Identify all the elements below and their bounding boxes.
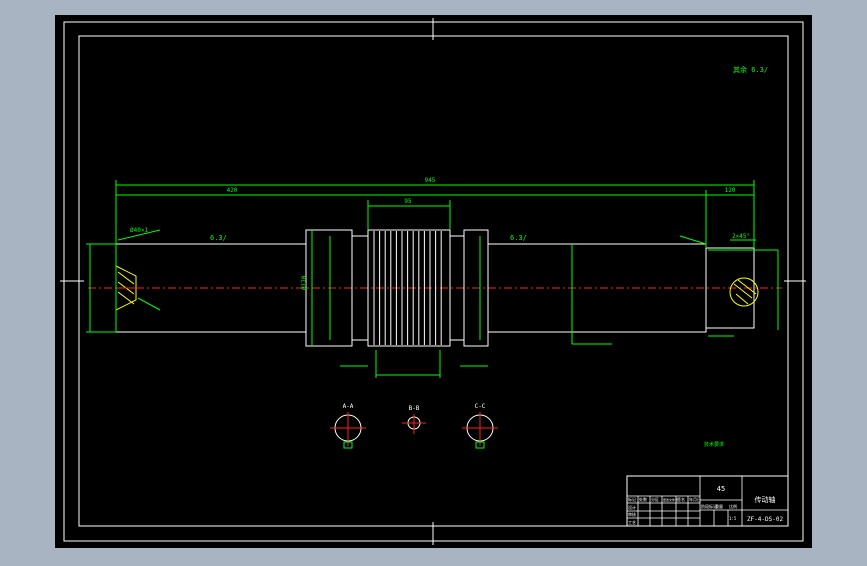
dim-chamfer-right: 2×45°	[732, 233, 750, 240]
dim-overall: 945	[425, 177, 436, 184]
dim-left: 420	[227, 187, 238, 194]
dim-drum-dia: Ø170	[301, 275, 308, 290]
drawing-sheet	[55, 15, 812, 548]
dim-chamfer-left: Ø40×1	[130, 227, 148, 234]
role-cell-2: 工艺	[628, 520, 636, 525]
role-cell-1: 审核	[628, 511, 636, 517]
cad-viewport: 945 420 120 95 Ø40×1 2×45° Ø170 其余 6.3/ …	[0, 0, 867, 562]
section-c-label: C-C	[475, 403, 486, 410]
stage-cell-1: 重量	[715, 503, 723, 509]
header-cell-4: 签名	[677, 496, 685, 502]
header-cell-5: 年月日	[689, 496, 701, 502]
header-cell-0: 标记	[628, 496, 636, 502]
material: 45	[717, 485, 725, 493]
roughness-global: 其余 6.3/	[733, 65, 768, 74]
role-cell-0: 设计	[628, 504, 636, 510]
section-b-label: B-B	[409, 405, 420, 412]
header-cell-2: 分区	[651, 496, 659, 502]
dim-groove: 95	[404, 198, 412, 205]
scale-value: 1:5	[729, 516, 737, 521]
roughness-shaft-right: 6.3/	[510, 234, 527, 242]
section-a-label: A-A	[343, 403, 354, 410]
tech-requirement: 技术要求	[704, 441, 724, 448]
stage-cell-2: 比例	[729, 503, 737, 509]
header-cell-3: 更改文件号	[663, 497, 678, 502]
roughness-shaft-left: 6.3/	[210, 234, 227, 242]
shaft-drawing: 945 420 120 95 Ø40×1 2×45° Ø170 其余 6.3/ …	[55, 15, 812, 548]
dim-right: 120	[725, 187, 736, 194]
drawing-name: 传动轴	[755, 495, 776, 504]
drawing-number: ZF-4-DS-02	[747, 516, 784, 523]
header-cell-1: 处数	[639, 496, 647, 502]
